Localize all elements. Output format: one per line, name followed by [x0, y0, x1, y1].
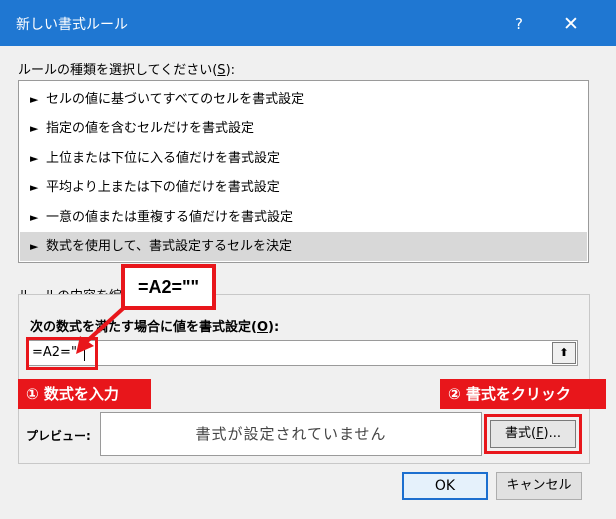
collapse-dialog-button[interactable]: ⬆	[552, 342, 576, 364]
rule-type-item[interactable]: ► 上位または下位に入る値だけを書式設定	[20, 144, 587, 173]
rule-type-list[interactable]: ► セルの値に基づいてすべてのセルを書式設定 ► 指定の値を含むセルだけを書式設定 …	[18, 80, 589, 263]
preview-box: 書式が設定されていません	[100, 412, 482, 456]
arrow-icon: ►	[30, 181, 39, 194]
formula-highlight	[26, 337, 98, 370]
rule-type-item[interactable]: ► 一意の値または重複する値だけを書式設定	[20, 203, 587, 232]
arrow-icon: ►	[30, 122, 39, 135]
preview-label: プレビュー:	[26, 429, 91, 443]
step1-label: ① 数式を入力	[18, 379, 151, 409]
rule-type-item[interactable]: ► セルの値に基づいてすべてのセルを書式設定	[20, 85, 587, 114]
arrow-icon: ►	[30, 152, 39, 165]
step2-label: ② 書式をクリック	[440, 379, 606, 409]
help-button[interactable]: ?	[496, 8, 542, 40]
ok-button[interactable]: OK	[402, 472, 488, 500]
title-bar: 新しい書式ルール ? ✕	[0, 0, 616, 46]
arrow-icon: ►	[30, 93, 39, 106]
collapse-icon: ⬆	[559, 346, 569, 359]
formula-label: 次の数式を満たす場合に値を書式設定(O):	[30, 320, 280, 335]
rule-type-item[interactable]: ► 指定の値を含むセルだけを書式設定	[20, 114, 587, 143]
rule-type-item[interactable]: ► 平均より上または下の値だけを書式設定	[20, 173, 587, 202]
close-button[interactable]: ✕	[548, 8, 594, 40]
format-button-highlight	[484, 414, 582, 454]
cancel-button[interactable]: キャンセル	[496, 472, 582, 500]
rule-type-label: ルールの種類を選択してください(S):	[18, 63, 236, 78]
formula-callout: =A2=""	[121, 264, 216, 310]
arrow-icon: ►	[30, 240, 39, 253]
dialog-title: 新しい書式ルール	[16, 17, 128, 33]
rule-type-item-selected[interactable]: ► 数式を使用して、書式設定するセルを決定	[20, 232, 587, 261]
arrow-icon: ►	[30, 211, 39, 224]
